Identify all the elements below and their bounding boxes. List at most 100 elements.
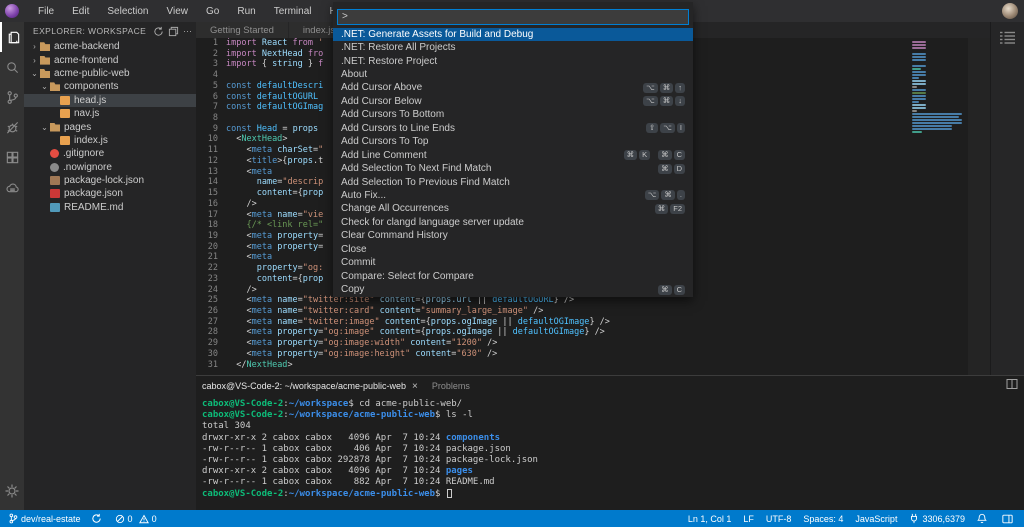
command-item[interactable]: Add Cursors to Line Ends⇧⌥I <box>333 122 693 135</box>
command-item[interactable]: Commit <box>333 256 693 269</box>
code-token: meta <box>252 306 278 317</box>
tree-folder-acme-public-web[interactable]: ⌄acme-public-web <box>24 67 196 80</box>
tree-file-index.js[interactable]: index.js <box>24 134 196 147</box>
chevron-icon: ⌄ <box>40 82 49 91</box>
deploy-icon[interactable] <box>0 172 24 202</box>
tree-folder-acme-frontend[interactable]: ›acme-frontend <box>24 53 196 66</box>
tree-file-.nowignore[interactable]: .nowignore <box>24 161 196 174</box>
terminal-token: total 304 <box>202 421 251 431</box>
tree-file-README.md[interactable]: README.md <box>24 201 196 214</box>
command-item[interactable]: .NET: Restore All Projects <box>333 41 693 54</box>
notifications-bell-icon[interactable] <box>977 513 990 524</box>
code-line[interactable]: 29 <meta property="og:image:width" conte… <box>196 338 990 349</box>
command-item[interactable]: .NET: Generate Assets for Build and Debu… <box>333 28 693 41</box>
explorer-icon[interactable] <box>0 22 24 52</box>
terminal-line: total 304 <box>202 421 1024 432</box>
layout-icon[interactable] <box>1002 514 1016 524</box>
code-line[interactable]: 30 <meta property="og:image:height" cont… <box>196 349 990 360</box>
avatar[interactable] <box>1002 3 1018 19</box>
command-item[interactable]: Change All Occurrences⌘F2 <box>333 202 693 215</box>
command-item[interactable]: Clear Command History <box>333 229 693 242</box>
tree-folder-components[interactable]: ⌄components <box>24 80 196 93</box>
menu-item-edit[interactable]: Edit <box>63 0 98 22</box>
menu-item-terminal[interactable]: Terminal <box>265 0 321 22</box>
command-item[interactable]: Add Selection To Next Find Match⌘D <box>333 162 693 175</box>
menu-item-run[interactable]: Run <box>228 0 264 22</box>
keybinding-group: ⌘F2 <box>653 204 685 214</box>
search-icon[interactable] <box>0 52 24 82</box>
command-item[interactable]: About <box>333 68 693 81</box>
panel-layout-icon[interactable] <box>1006 377 1018 395</box>
terminal-token: ~/workspace/acme-public-web <box>289 489 435 499</box>
editor-scrollbar-vertical[interactable] <box>968 38 990 397</box>
source-control-icon[interactable] <box>0 82 24 112</box>
outline-list-icon[interactable] <box>999 30 1017 45</box>
terminal-tab[interactable]: cabox@VS-Code-2: ~/workspace/acme-public… <box>202 381 418 392</box>
language-mode[interactable]: JavaScript <box>855 514 897 524</box>
folder-file-icon <box>50 82 60 91</box>
command-item[interactable]: Add Cursor Below⌥⌘↓ <box>333 95 693 108</box>
command-item[interactable]: Compare: Select for Compare <box>333 269 693 282</box>
code-token: charSet <box>277 145 313 156</box>
command-item[interactable]: Check for clangd language server update <box>333 216 693 229</box>
tree-file-.gitignore[interactable]: .gitignore <box>24 147 196 160</box>
refresh-icon[interactable] <box>153 26 164 37</box>
menu-item-go[interactable]: Go <box>197 0 228 22</box>
tab-getting-started[interactable]: Getting Started <box>196 22 289 38</box>
branch-indicator[interactable]: dev/real-estate <box>8 513 81 524</box>
code-token: .t <box>313 156 323 167</box>
line-number: 20 <box>196 242 226 253</box>
command-item[interactable]: Add Cursors To Top <box>333 135 693 148</box>
line-number: 30 <box>196 349 226 360</box>
minimap-line <box>912 101 919 103</box>
indentation-indicator[interactable]: Spaces: 4 <box>803 514 843 524</box>
menu-item-selection[interactable]: Selection <box>98 0 157 22</box>
status-bar: dev/real-estate 0 0 Ln 1, Col 1 LF UTF-8 Sp… <box>0 510 1024 527</box>
code-line[interactable]: 27 <meta name="twitter:image" content={p… <box>196 317 990 328</box>
sync-icon[interactable] <box>91 513 105 524</box>
encoding-indicator[interactable]: UTF-8 <box>766 514 792 524</box>
ports-indicator[interactable]: 3306,6379 <box>909 513 965 524</box>
command-item[interactable]: Auto Fix...⌥⌘. <box>333 189 693 202</box>
command-item[interactable]: Add Cursor Above⌥⌘↑ <box>333 81 693 94</box>
command-item[interactable]: Add Line Comment⌘K⌘C <box>333 148 693 161</box>
problems-tab[interactable]: Problems <box>432 381 470 391</box>
gear-icon[interactable] <box>0 476 24 506</box>
cursor-position[interactable]: Ln 1, Col 1 <box>688 514 732 524</box>
command-item[interactable]: Copy⌘C <box>333 283 693 296</box>
eol-indicator[interactable]: LF <box>743 514 754 524</box>
menu-item-view[interactable]: View <box>158 0 198 22</box>
tree-file-nav.js[interactable]: nav.js <box>24 107 196 120</box>
extensions-icon[interactable] <box>0 142 24 172</box>
command-item[interactable]: Add Cursors To Bottom <box>333 108 693 121</box>
code-line[interactable]: 31 </NextHead> <box>196 360 990 371</box>
debug-icon[interactable] <box>0 112 24 142</box>
code-line[interactable]: 28 <meta property="og:image" content={pr… <box>196 327 990 338</box>
more-actions-icon[interactable]: ··· <box>183 26 192 36</box>
terminal-token: cabox@VS-Code-2 <box>202 489 283 499</box>
terminal-tab-close-icon[interactable]: × <box>412 381 418 392</box>
command-palette-input[interactable] <box>337 9 689 25</box>
code-token: NextHead <box>246 360 287 371</box>
tree-folder-pages[interactable]: ⌄pages <box>24 120 196 133</box>
command-item[interactable]: Add Selection To Previous Find Match <box>333 175 693 188</box>
npmlock-file-icon <box>50 176 60 185</box>
menu-item-file[interactable]: File <box>29 0 63 22</box>
terminal-output[interactable]: cabox@VS-Code-2:~/workspace$ cd acme-pub… <box>196 396 1024 500</box>
tree-file-package-lock.json[interactable]: package-lock.json <box>24 174 196 187</box>
code-token: meta <box>252 295 278 306</box>
terminal-line: cabox@VS-Code-2:~/workspace/acme-public-… <box>202 489 1024 500</box>
collapse-all-icon[interactable] <box>168 26 179 37</box>
minimap[interactable] <box>912 41 964 134</box>
tree-folder-acme-backend[interactable]: ›acme-backend <box>24 40 196 53</box>
problems-indicator[interactable]: 0 0 <box>115 514 157 524</box>
folder-file-icon <box>40 42 50 51</box>
code-token: f <box>318 59 323 70</box>
command-item[interactable]: Close <box>333 243 693 256</box>
command-item[interactable]: .NET: Restore Project <box>333 54 693 67</box>
code-token: import <box>226 59 262 70</box>
sidebar-header: EXPLORER: WORKSPACE ··· <box>24 22 196 40</box>
tree-file-head.js[interactable]: head.js <box>24 94 196 107</box>
code-line[interactable]: 26 <meta name="twitter:card" content="su… <box>196 306 990 317</box>
tree-file-package.json[interactable]: package.json <box>24 187 196 200</box>
